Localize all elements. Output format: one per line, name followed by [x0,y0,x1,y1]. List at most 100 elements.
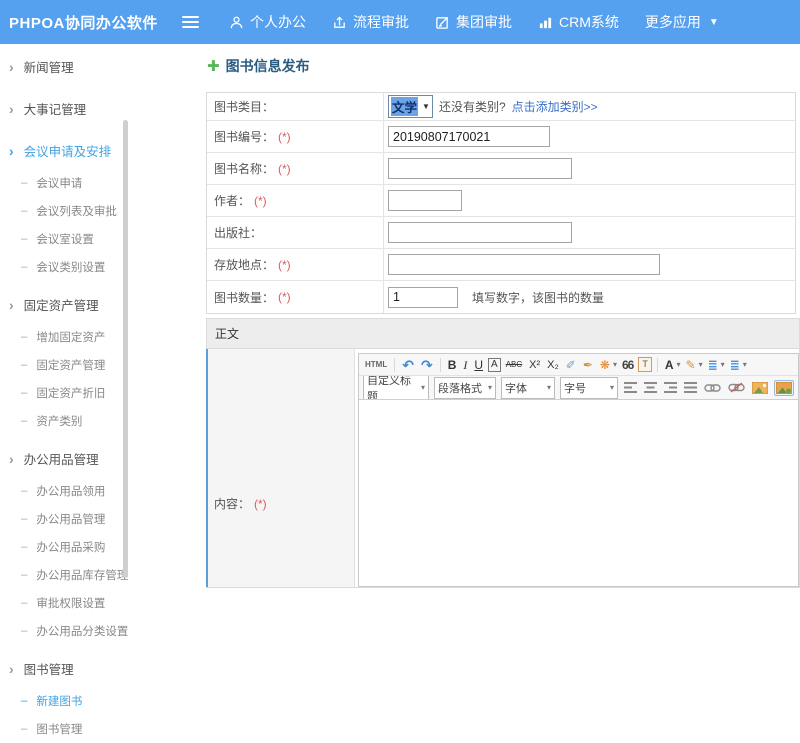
book-number-input[interactable] [388,126,550,147]
align-left-icon[interactable] [623,381,638,394]
dash-icon: – [21,723,27,735]
menu-icon[interactable] [182,16,199,29]
undo-button[interactable]: ↶ [400,357,416,373]
book-name-input[interactable] [388,158,572,179]
justify-icon[interactable] [683,381,698,394]
align-right-icon[interactable] [663,381,678,394]
dash-icon: – [21,569,27,581]
topbar-item-group-approval[interactable]: 集团审批 [435,12,512,32]
image-icon[interactable] [751,381,769,395]
category-select[interactable]: 文学 ▼ [388,95,433,118]
chevron-right-icon: › [9,300,14,310]
dash-icon: – [21,513,27,525]
location-input[interactable] [388,254,660,275]
caret-down-icon[interactable]: ▾ [677,360,681,369]
insert-media-icon[interactable] [774,380,794,396]
unordered-list-button[interactable]: ≣ [728,357,742,373]
italic-button[interactable]: I [461,357,469,373]
editor-toolbar-row1: HTML ↶ ↷ B I U A ABC X² X₂ ✐ ✒ [359,354,798,376]
sidebar-item-meeting-room[interactable]: – 会议室设置 [0,225,200,253]
editor-content[interactable] [359,400,798,586]
sidebar-item-meeting-list[interactable]: – 会议列表及审批 [0,197,200,225]
align-center-icon[interactable] [643,381,658,394]
sidebar-item-label: 会议类别设置 [36,259,105,275]
section-header: 正文 [206,319,799,349]
sidebar-item-supplies-category[interactable]: – 办公用品分类设置 [0,617,200,645]
sidebar-item-meeting-apply[interactable]: – 会议申请 [0,169,200,197]
sidebar-item-label: 固定资产管理 [36,357,105,373]
sidebar-item-add-asset[interactable]: – 增加固定资产 [0,323,200,351]
topbar-item-more-apps[interactable]: 更多应用 ▼ [645,12,719,32]
font-border-button[interactable]: A [488,358,501,372]
caret-down-icon[interactable]: ▾ [721,360,725,369]
caret-down-icon: ▼ [422,102,430,111]
blockquote-button[interactable]: 66 [620,357,635,373]
paragraph-select-label: 段落格式 [438,380,482,396]
caret-down-icon[interactable]: ▾ [743,360,747,369]
ordered-list-button[interactable]: ≣ [706,357,720,373]
field-label: 图书类目： [214,98,274,115]
sidebar-group-label: 新闻管理 [24,57,74,76]
sidebar-item-approval-permission[interactable]: – 审批权限设置 [0,589,200,617]
paragraph-select[interactable]: 段落格式 ▾ [434,377,496,399]
topbar: PHPOA协同办公软件 个人办公 流程审批 集团审批 CRM系统 [0,0,800,44]
topbar-item-personal-office[interactable]: 个人办公 [229,12,306,32]
caret-down-icon[interactable]: ▾ [699,360,703,369]
redo-button[interactable]: ↷ [419,357,435,373]
sidebar-item-supplies-purchase[interactable]: – 办公用品采购 [0,533,200,561]
sidebar-group-office-supplies[interactable]: › 办公用品管理 [0,440,200,477]
font-size-select[interactable]: 字号 ▾ [560,377,618,399]
author-input[interactable] [388,190,462,211]
underline-button[interactable]: U [472,357,485,373]
clear-format-button[interactable]: ✒ [581,357,595,373]
required-mark: (*) [254,497,267,511]
superscript-button[interactable]: X² [527,357,542,373]
unlink-icon[interactable] [727,381,746,394]
sidebar-group-news[interactable]: › 新闻管理 [0,48,200,85]
sidebar-scrollbar[interactable] [123,120,128,578]
sidebar-group-meeting[interactable]: › 会议申请及安排 [0,132,200,169]
paste-button[interactable]: T [638,357,652,372]
sidebar-group-fixed-assets[interactable]: › 固定资产管理 [0,286,200,323]
add-category-link[interactable]: 点击添加类别>> [512,98,598,115]
publisher-input[interactable] [388,222,572,243]
heading-select[interactable]: 自定义标题 ▾ [363,376,429,400]
topbar-item-label: 个人办公 [250,12,306,32]
sidebar-item-label: 会议列表及审批 [36,203,117,219]
sidebar-item-supplies-claim[interactable]: – 办公用品领用 [0,477,200,505]
strikethrough-button[interactable]: ABC [504,357,524,373]
topbar-item-label: 集团审批 [456,12,512,32]
subscript-button[interactable]: X₂ [545,357,561,373]
topbar-item-workflow-approval[interactable]: 流程审批 [332,12,409,32]
chevron-right-icon: › [9,104,14,114]
sidebar-item-asset-depreciation[interactable]: – 固定资产折旧 [0,379,200,407]
dash-icon: – [21,331,27,343]
quantity-input[interactable] [388,287,458,308]
sidebar-item-new-book[interactable]: – 新建图书 [0,687,200,715]
font-family-select[interactable]: 字体 ▾ [501,377,555,399]
sidebar-item-supplies-inventory[interactable]: – 办公用品库存管理 [0,561,200,589]
sidebar-item-meeting-category[interactable]: – 会议类别设置 [0,253,200,281]
bold-button[interactable]: B [446,357,459,373]
sidebar-item-supplies-manage[interactable]: – 办公用品管理 [0,505,200,533]
sidebar-item-label: 办公用品管理 [36,511,105,527]
sidebar-group-memorabilia[interactable]: › 大事记管理 [0,90,200,127]
topbar-item-crm[interactable]: CRM系统 [538,12,619,32]
caret-down-icon: ▾ [610,383,614,392]
field-label: 出版社： [214,224,262,241]
heading-select-label: 自定义标题 [367,376,420,400]
highlight-button[interactable]: ✎ [684,357,698,373]
font-color-button[interactable]: A [663,357,676,373]
sidebar-item-asset-category[interactable]: – 资产类别 [0,407,200,435]
sidebar-group-books[interactable]: › 图书管理 [0,650,200,687]
html-source-button[interactable]: HTML [363,357,389,373]
sidebar-item-label: 增加固定资产 [36,329,105,345]
sidebar-item-asset-manage[interactable]: – 固定资产管理 [0,351,200,379]
format-paint-button[interactable]: ❋ [598,357,612,373]
eraser-button[interactable]: ✐ [564,357,578,373]
link-icon[interactable] [703,382,722,394]
dash-icon: – [21,261,27,273]
chevron-right-icon: › [9,664,14,674]
sidebar-item-book-manage[interactable]: – 图书管理 [0,715,200,743]
caret-down-icon[interactable]: ▾ [613,360,617,369]
